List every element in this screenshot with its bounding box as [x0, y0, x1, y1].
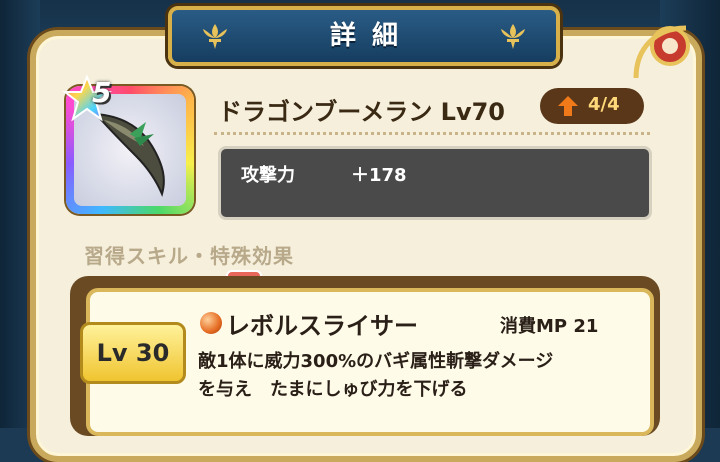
item-name: ドラゴンブーメラン Lv70	[218, 98, 506, 126]
stat-box: 攻撃力 ＋178	[218, 146, 652, 220]
star-icon	[62, 74, 112, 122]
skill-orb-icon	[200, 312, 222, 334]
skill-cost: 消費MP 21	[500, 316, 599, 337]
stat-label: 攻撃力	[241, 165, 295, 186]
fleur-de-lis-icon	[501, 24, 525, 49]
title-plate: 詳細	[168, 6, 560, 66]
skill-level: Lv 30	[96, 339, 170, 367]
skill-description: 敵1体に威力300%のバギ属性斬撃ダメージ を与え たまにしゅび力を下げる	[198, 348, 628, 404]
upgrade-level-badge: 4/4	[540, 88, 644, 124]
rarity-number: 5	[92, 76, 112, 109]
stat-value: ＋178	[351, 165, 407, 186]
section-title: 習得スキル・特殊効果	[84, 244, 294, 268]
skill-level-tab: Lv 30	[80, 322, 186, 384]
skill-description-line: を与え たまにしゅび力を下げる	[198, 379, 468, 400]
upgrade-level-text: 4/4	[588, 94, 620, 115]
page-title: 詳細	[329, 21, 414, 51]
skill-name: レボルスライサー	[226, 312, 418, 340]
skill-description-line: 敵1体に威力300%のバギ属性斬撃ダメージ	[198, 351, 554, 372]
upgrade-arrow-icon	[558, 96, 578, 116]
fleur-de-lis-icon	[203, 24, 227, 49]
corner-ornament-icon	[633, 25, 690, 79]
divider	[214, 132, 650, 135]
